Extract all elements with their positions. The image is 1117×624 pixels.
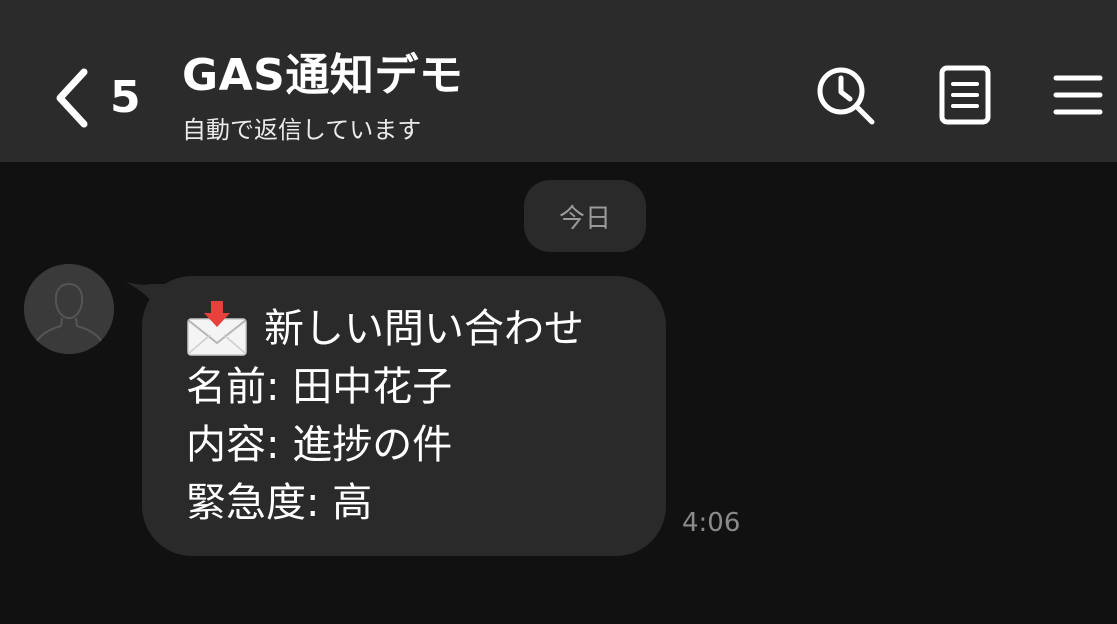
search-history-button[interactable] xyxy=(810,62,880,132)
message-line-2: 名前: 田中花子 xyxy=(186,364,453,410)
message-bubble[interactable]: 新しい問い合わせ 名前: 田中花子 内容: 進捗の件 緊急度: 高 xyxy=(142,276,666,556)
menu-icon xyxy=(1053,72,1103,122)
note-button[interactable] xyxy=(930,62,1000,132)
message-line-1: 新しい問い合わせ xyxy=(186,300,666,358)
note-icon xyxy=(938,64,992,130)
chat-subtitle: 自動で返信しています xyxy=(182,116,422,144)
menu-button[interactable] xyxy=(1043,62,1113,132)
back-button[interactable]: 5 xyxy=(52,62,152,134)
chat-header: 5 GAS通知デモ 自動で返信しています xyxy=(0,0,1117,162)
chevron-left-icon xyxy=(52,66,92,130)
unread-count: 5 xyxy=(110,72,141,123)
date-separator: 今日 xyxy=(524,180,646,252)
message-subject: 新しい問い合わせ xyxy=(264,306,584,352)
message-line-4: 緊急度: 高 xyxy=(186,480,373,526)
sender-avatar[interactable] xyxy=(24,264,114,354)
default-user-icon xyxy=(24,264,114,354)
search-history-icon xyxy=(813,63,877,131)
chat-title: GAS通知デモ xyxy=(182,50,464,101)
chat-screen: 5 GAS通知デモ 自動で返信しています 今日 新しい問い合わせ 名前: 田中花… xyxy=(0,0,1117,624)
chat-title-block[interactable]: GAS通知デモ 自動で返信しています xyxy=(182,48,463,146)
message-line-3: 内容: 進捗の件 xyxy=(186,422,453,468)
envelope-with-arrow-icon xyxy=(186,301,248,357)
message-timestamp: 4:06 xyxy=(682,508,741,538)
